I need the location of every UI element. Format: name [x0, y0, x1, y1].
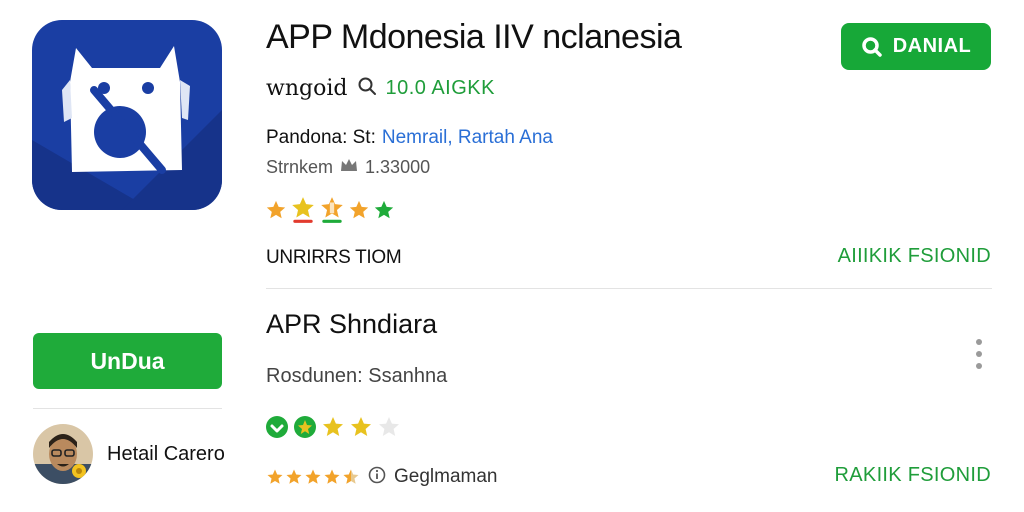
star-icon: [351, 417, 371, 436]
star-icon: [379, 417, 399, 436]
publisher-row: Pandona: St: Nemrail, Rartah Ana: [266, 127, 553, 149]
app-logo-icon: [32, 20, 222, 210]
stat-label: Strnkem: [266, 157, 334, 177]
star-half-icon: [343, 469, 359, 484]
star-icon: [323, 417, 343, 436]
more-vertical-icon[interactable]: [968, 336, 990, 372]
review-rating-stars: [266, 468, 360, 486]
app2-publisher: Rosdunen: Ssanhna: [266, 365, 448, 387]
review-label: Geglmaman: [394, 466, 498, 487]
app-title: APP Mdonesia IIV nclanesia: [266, 18, 682, 56]
star-icon: [292, 197, 314, 223]
publisher-link[interactable]: Nemrail, Rartah Ana: [382, 127, 553, 148]
search-icon: [861, 36, 883, 58]
publisher-label: Pandona: St:: [266, 127, 376, 148]
star-icon: [286, 469, 302, 484]
stat-value: 1.33000: [365, 157, 431, 177]
avatar-icon: [33, 424, 93, 484]
meta-left-text: UNRIRRS TIOM: [266, 247, 402, 268]
meta-right-link[interactable]: AIIIKIK FSIONID: [838, 245, 991, 268]
search-icon: [357, 76, 377, 101]
app2-title[interactable]: APR Shndiara: [266, 309, 437, 340]
star-icon: [266, 200, 286, 219]
search-value: 10.0 AIGKK: [385, 76, 495, 99]
review-row: Geglmaman: [266, 465, 498, 489]
reviewer-name: Hetail Carero: [107, 442, 225, 465]
star-icon: [305, 469, 321, 484]
divider: [33, 408, 222, 409]
star-icon: [321, 197, 343, 223]
crown-icon: [339, 156, 359, 179]
install-button-label: DANIAL: [892, 35, 972, 57]
app-rating-stars: [265, 196, 395, 224]
developer-name[interactable]: wngoid: [266, 76, 347, 101]
app2-rating-stars: [265, 415, 401, 439]
developer-row: wngoid 10.0 AIGKK: [266, 73, 495, 103]
review-action-link[interactable]: RAKIIK FSIONID: [835, 464, 991, 487]
install-button[interactable]: DANIAL: [841, 23, 991, 70]
search-chip[interactable]: 10.0 AIGKK: [357, 76, 495, 101]
divider: [266, 288, 992, 289]
info-icon[interactable]: [368, 466, 386, 489]
check-badge-icon: [294, 416, 316, 438]
star-icon: [349, 200, 369, 219]
star-icon: [324, 469, 340, 484]
install-button-secondary[interactable]: UnDua: [33, 333, 222, 389]
stat-row: Strnkem 1.33000: [266, 156, 430, 179]
star-icon: [267, 469, 283, 484]
reviewer[interactable]: Hetail Carero: [33, 424, 225, 484]
star-icon: [374, 200, 394, 219]
check-badge-icon: [266, 416, 288, 438]
